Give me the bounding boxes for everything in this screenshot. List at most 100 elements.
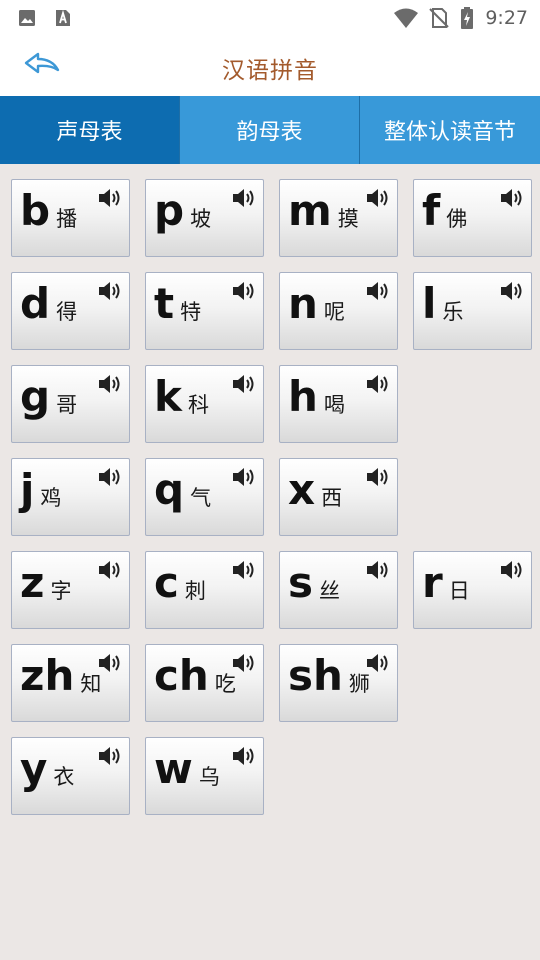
initial-key-m[interactable]: m摸 xyxy=(279,179,398,257)
initial-key-z[interactable]: z字 xyxy=(11,551,130,629)
initial-letter: l xyxy=(422,279,437,328)
initial-key-zh[interactable]: zh 知 xyxy=(11,644,130,722)
example-character: 佛 xyxy=(446,207,468,231)
initial-key-y[interactable]: y衣 xyxy=(11,737,130,815)
initial-letter: t xyxy=(154,279,175,328)
speaker-icon[interactable] xyxy=(231,279,257,303)
example-character: 鸡 xyxy=(40,486,62,510)
example-character: 字 xyxy=(50,579,72,603)
example-character: 呢 xyxy=(323,300,345,324)
initial-letter: j xyxy=(20,465,35,514)
initial-key-c[interactable]: c刺 xyxy=(145,551,264,629)
initial-letter: h xyxy=(288,372,318,421)
image-notification-icon xyxy=(19,10,35,26)
tab-initials[interactable]: 声母表 xyxy=(0,96,180,164)
initial-letter: x xyxy=(288,465,316,514)
initial-letter: k xyxy=(154,372,182,421)
a-notification-icon xyxy=(56,9,70,26)
example-character: 丝 xyxy=(319,579,340,603)
no-sim-icon xyxy=(429,8,450,28)
speaker-icon[interactable] xyxy=(499,186,525,210)
example-character: 西 xyxy=(321,486,343,510)
initial-letter: g xyxy=(20,372,51,421)
speaker-icon[interactable] xyxy=(499,279,525,303)
speaker-icon[interactable] xyxy=(231,372,257,396)
initial-letter: f xyxy=(422,186,441,235)
example-character: 特 xyxy=(180,300,202,324)
initial-key-sh[interactable]: sh 狮 xyxy=(279,644,398,722)
speaker-icon[interactable] xyxy=(365,279,391,303)
speaker-icon[interactable] xyxy=(499,558,525,582)
speaker-icon[interactable] xyxy=(97,744,123,768)
initial-key-r[interactable]: r日 xyxy=(413,551,532,629)
initial-letter: zh xyxy=(20,651,75,700)
tab-whole-syllables[interactable]: 整体认读音节 xyxy=(360,96,540,164)
speaker-icon[interactable] xyxy=(97,558,123,582)
example-character: 坡 xyxy=(190,207,212,231)
initial-key-p[interactable]: p坡 xyxy=(145,179,264,257)
example-character: 乌 xyxy=(198,765,220,789)
speaker-icon[interactable] xyxy=(365,651,391,675)
example-character: 科 xyxy=(187,393,209,417)
example-character: 气 xyxy=(190,486,212,510)
example-character: 摸 xyxy=(337,207,359,231)
speaker-icon[interactable] xyxy=(97,186,123,210)
clock: 9:27 xyxy=(485,7,528,29)
example-character: 衣 xyxy=(53,765,75,789)
speaker-icon[interactable] xyxy=(365,558,391,582)
speaker-icon[interactable] xyxy=(231,651,257,675)
example-character: 得 xyxy=(56,300,78,324)
initial-letter: y xyxy=(20,744,48,793)
initial-letter: q xyxy=(154,465,185,514)
initial-letter: z xyxy=(20,558,45,607)
initial-letter: m xyxy=(288,186,332,235)
speaker-icon[interactable] xyxy=(97,372,123,396)
initial-key-d[interactable]: d得 xyxy=(11,272,130,350)
example-character: 播 xyxy=(56,207,78,231)
speaker-icon[interactable] xyxy=(231,558,257,582)
initial-key-j[interactable]: j鸡 xyxy=(11,458,130,536)
initial-key-ch[interactable]: ch 吃 xyxy=(145,644,264,722)
initial-key-k[interactable]: k科 xyxy=(145,365,264,443)
speaker-icon[interactable] xyxy=(365,465,391,489)
page-title: 汉语拼音 xyxy=(222,58,318,84)
initial-letter: n xyxy=(288,279,318,328)
initial-key-w[interactable]: w乌 xyxy=(145,737,264,815)
wifi-icon xyxy=(394,8,419,28)
speaker-icon[interactable] xyxy=(97,651,123,675)
initial-key-g[interactable]: g哥 xyxy=(11,365,130,443)
initial-key-t[interactable]: t特 xyxy=(145,272,264,350)
initial-key-n[interactable]: n呢 xyxy=(279,272,398,350)
speaker-icon[interactable] xyxy=(97,279,123,303)
example-character: 喝 xyxy=(323,393,345,417)
example-character: 日 xyxy=(448,579,470,603)
title-bar: 汉语拼音 xyxy=(0,36,540,96)
speaker-icon[interactable] xyxy=(365,372,391,396)
initial-key-f[interactable]: f佛 xyxy=(413,179,532,257)
initial-key-x[interactable]: x西 xyxy=(279,458,398,536)
initial-letter: d xyxy=(20,279,51,328)
initial-key-b[interactable]: b播 xyxy=(11,179,130,257)
initial-letter: p xyxy=(154,186,185,235)
initial-letter: b xyxy=(20,186,51,235)
battery-charging-icon xyxy=(461,7,474,29)
initial-letter: c xyxy=(154,558,179,607)
speaker-icon[interactable] xyxy=(231,465,257,489)
tab-bar: 声母表 韵母表 整体认读音节 xyxy=(0,96,540,164)
example-character: 乐 xyxy=(442,300,464,324)
example-character: 哥 xyxy=(56,393,78,417)
initial-letter: s xyxy=(288,558,313,607)
status-icons: 9:27 xyxy=(393,6,528,30)
initial-key-q[interactable]: q气 xyxy=(145,458,264,536)
initial-letter: ch xyxy=(154,651,209,700)
tab-finals[interactable]: 韵母表 xyxy=(180,96,360,164)
speaker-icon[interactable] xyxy=(231,744,257,768)
status-bar: 9:27 xyxy=(0,0,540,36)
initial-key-l[interactable]: l乐 xyxy=(413,272,532,350)
speaker-icon[interactable] xyxy=(97,465,123,489)
example-character: 刺 xyxy=(184,579,206,603)
initial-key-s[interactable]: s丝 xyxy=(279,551,398,629)
speaker-icon[interactable] xyxy=(365,186,391,210)
initial-key-h[interactable]: h喝 xyxy=(279,365,398,443)
speaker-icon[interactable] xyxy=(231,186,257,210)
